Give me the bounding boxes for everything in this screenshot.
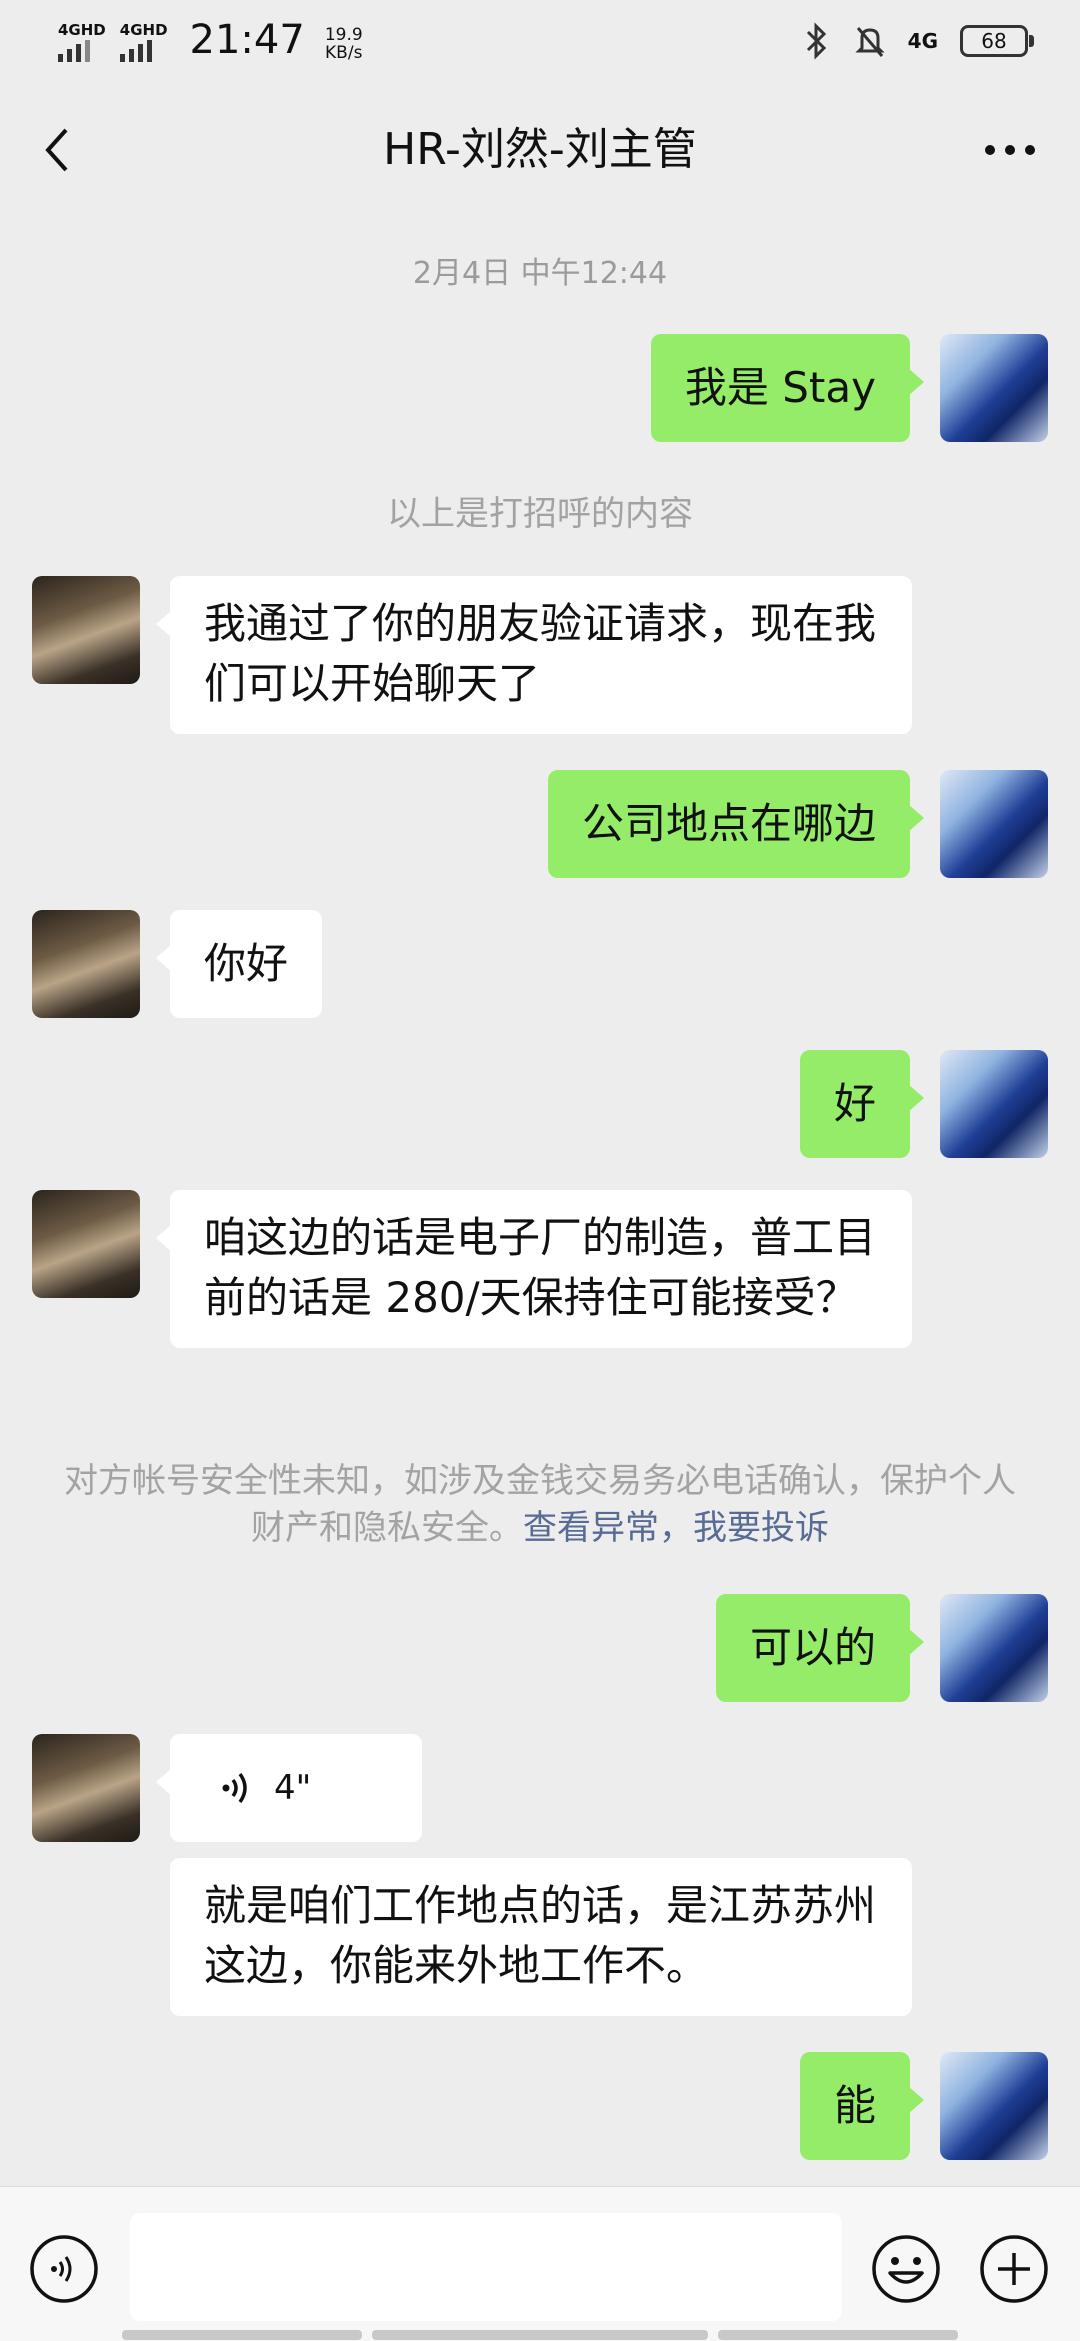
input-bar <box>0 2186 1080 2341</box>
avatar[interactable] <box>32 1734 140 1842</box>
avatar[interactable] <box>32 910 140 1018</box>
signal-strength-2: 4GHD <box>119 22 168 62</box>
message-bubble[interactable]: 公司地点在哪边 <box>547 770 925 878</box>
avatar[interactable] <box>940 1050 1048 1158</box>
message-input[interactable] <box>130 2213 842 2321</box>
voice-duration: 4" <box>274 1768 312 1808</box>
greeting-notice: 以上是打招呼的内容 <box>387 494 693 534</box>
message-bubble[interactable]: 咱这边的话是电子厂的制造，普工目前的话是 280/天保持住可能接受？ <box>156 1190 912 1348</box>
chat-timestamp: 2月4日 中午12:44 <box>412 256 668 291</box>
network-speed: 19.9 KB/s <box>324 25 363 63</box>
bluetooth-icon <box>806 22 826 60</box>
status-bar: 4GHD 4GHD 21:47 19.9 KB/s 4G 68 <box>0 0 1080 86</box>
message-bubble[interactable]: 我是 Stay <box>650 334 925 442</box>
network-4g-icon: 4G <box>907 29 938 53</box>
report-link[interactable]: 我要投诉 <box>693 1508 829 1548</box>
signal-strength-1: 4GHD <box>58 22 106 62</box>
message-bubble[interactable]: 就是咱们工作地点的话，是江苏苏州这边，你能来外地工作不。 <box>170 1858 912 2016</box>
home-indicator <box>372 2330 708 2340</box>
clock: 21:47 <box>189 17 305 63</box>
avatar[interactable] <box>940 334 1048 442</box>
avatar[interactable] <box>940 2052 1048 2160</box>
emoji-icon[interactable] <box>870 2233 942 2305</box>
voice-input-icon[interactable] <box>28 2233 100 2305</box>
message-bubble[interactable]: 你好 <box>155 910 323 1018</box>
chat-header: HR-刘然-刘主管 <box>0 86 1080 214</box>
battery-level: 68 <box>981 29 1007 53</box>
security-warning: 对方帐号安全性未知，如涉及金钱交易务必电话确认，保护个人财产和隐私安全。查看异常… <box>64 1461 1016 1548</box>
plus-icon[interactable] <box>978 2233 1050 2305</box>
battery-icon: 68 <box>960 25 1034 57</box>
message-bubble[interactable]: 好 <box>799 1050 925 1158</box>
avatar[interactable] <box>940 770 1048 878</box>
message-bubble[interactable]: 我通过了你的朋友验证请求，现在我们可以开始聊天了 <box>156 576 912 734</box>
mute-icon <box>855 27 885 57</box>
avatar[interactable] <box>32 576 140 684</box>
view-anomaly-link[interactable]: 查看异常 <box>523 1508 659 1548</box>
voice-wave-icon <box>222 1772 247 1804</box>
voice-message[interactable]: 4" <box>156 1734 422 1842</box>
home-indicator <box>718 2330 958 2340</box>
avatar[interactable] <box>940 1594 1048 1702</box>
home-indicator <box>122 2330 362 2340</box>
message-bubble[interactable]: 能 <box>799 2052 925 2160</box>
ellipsis-icon[interactable] <box>980 130 1040 170</box>
chat-title: HR-刘然-刘主管 <box>383 124 697 175</box>
message-bubble[interactable]: 可以的 <box>715 1594 925 1702</box>
avatar[interactable] <box>32 1190 140 1298</box>
